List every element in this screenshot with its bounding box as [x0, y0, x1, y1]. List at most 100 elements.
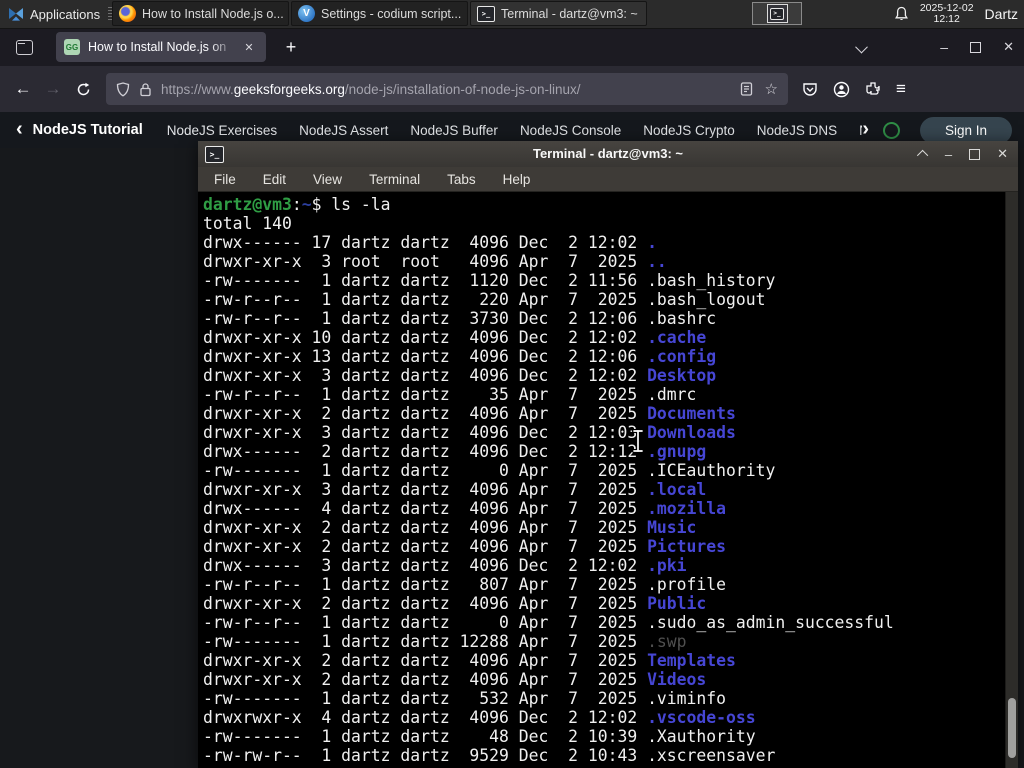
maximize-button[interactable] [969, 148, 981, 160]
clock[interactable]: 2025-12-02 12:12 [920, 3, 974, 25]
close-button[interactable]: ✕ [997, 146, 1008, 162]
terminal-icon: >_ [770, 7, 784, 20]
terminal-line: drwxr-xr-x 3 root root 4096 Apr 7 2025 .… [203, 252, 667, 271]
url-text[interactable]: https://www.geeksforgeeks.org/node-js/in… [161, 82, 731, 97]
minimize-button[interactable]: – [945, 147, 952, 162]
terminal-line: -rw-rw-r-- 1 dartz dartz 9529 Dec 2 10:4… [203, 746, 776, 765]
terminal-line: drwxr-xr-x 3 dartz dartz 4096 Dec 2 12:0… [203, 366, 717, 385]
nav-scroll-left-chevron-icon[interactable]: ‹ [16, 118, 23, 141]
terminal-title: Terminal - dartz@vm3: ~ [532, 146, 684, 161]
menu-hamburger-icon[interactable]: ≡ [896, 79, 906, 99]
applications-label: Applications [30, 6, 101, 22]
url-bar[interactable]: https://www.geeksforgeeks.org/node-js/in… [106, 73, 788, 105]
terminal-line: -rw-r--r-- 1 dartz dartz 220 Apr 7 2025 … [203, 290, 766, 309]
terminal-icon: >_ [477, 5, 495, 22]
taskbar-button-codium[interactable]: V Settings - codium script... [291, 1, 468, 26]
firefox-view-icon [15, 39, 33, 55]
terminal-line: -rw------- 1 dartz dartz 1120 Dec 2 11:5… [203, 271, 776, 290]
terminal-line: -rw------- 1 dartz dartz 12288 Apr 7 202… [203, 632, 687, 651]
terminal-line: drwxr-xr-x 13 dartz dartz 4096 Dec 2 12:… [203, 347, 717, 366]
desktop: Applications How to Install Node.js o...… [0, 0, 1024, 768]
pocket-icon[interactable] [802, 82, 818, 97]
terminal-line: drwx------ 2 dartz dartz 4096 Dec 2 12:1… [203, 442, 707, 461]
shield-icon[interactable] [116, 81, 130, 97]
notification-bell-icon[interactable] [894, 6, 909, 22]
scrollbar-thumb[interactable] [1008, 698, 1016, 758]
extensions-puzzle-icon[interactable] [865, 81, 881, 97]
taskbar-window-buttons: How to Install Node.js o... V Settings -… [112, 1, 647, 26]
terminal-line: -rw------- 1 dartz dartz 48 Dec 2 10:39 … [203, 727, 756, 746]
account-icon[interactable] [833, 81, 850, 98]
reader-mode-icon[interactable] [740, 82, 753, 96]
terminal-line: drwxr-xr-x 10 dartz dartz 4096 Dec 2 12:… [203, 328, 707, 347]
site-nav-link[interactable]: NodeJS Assert [299, 123, 388, 138]
taskbar-button-terminal[interactable]: >_ Terminal - dartz@vm3: ~ [470, 1, 647, 26]
site-nav-link[interactable]: NodeJS Crypto [643, 123, 735, 138]
maximize-button[interactable] [970, 41, 982, 53]
terminal-output[interactable]: dartz@vm3:~$ ls -la total 140 drwx------ 1… [198, 192, 1018, 768]
minimize-button[interactable]: – [940, 39, 948, 55]
tab-title-fade [210, 32, 240, 62]
bookmark-star-icon[interactable]: ☆ [765, 80, 778, 98]
taskbar-button-terminal-label: Terminal - dartz@vm3: ~ [501, 6, 638, 21]
terminal-menu-help[interactable]: Help [503, 172, 531, 187]
lock-icon[interactable] [139, 82, 152, 97]
codium-icon: V [298, 5, 315, 22]
site-nav-current[interactable]: NodeJS Tutorial [33, 122, 143, 138]
terminal-line: drwxr-xr-x 2 dartz dartz 4096 Apr 7 2025… [203, 404, 736, 423]
terminal-menu-view[interactable]: View [313, 172, 342, 187]
terminal-menu-edit[interactable]: Edit [263, 172, 286, 187]
applications-menu-button[interactable]: Applications [2, 0, 119, 28]
terminal-line: drwx------ 17 dartz dartz 4096 Dec 2 12:… [203, 233, 657, 252]
terminal-line: -rw-r--r-- 1 dartz dartz 35 Apr 7 2025 .… [203, 385, 697, 404]
terminal-titlebar[interactable]: >_ Terminal - dartz@vm3: ~ – ✕ [198, 141, 1018, 167]
terminal-line: -rw-r--r-- 1 dartz dartz 807 Apr 7 2025 … [203, 575, 727, 594]
terminal-line: drwx------ 4 dartz dartz 4096 Apr 7 2025… [203, 499, 727, 518]
terminal-menu-file[interactable]: File [214, 172, 236, 187]
browser-tab[interactable]: GG How to Install Node.js on ✕ [56, 32, 266, 62]
workspace-window-thumbnail: >_ [766, 4, 788, 23]
tab-close-icon[interactable]: ✕ [240, 38, 258, 56]
terminal-menubar: File Edit View Terminal Tabs Help [198, 167, 1018, 192]
terminal-line: -rw------- 1 dartz dartz 0 Apr 7 2025 .I… [203, 461, 776, 480]
site-nav-link[interactable]: NodeJS Console [520, 123, 621, 138]
mouse-cursor-ibeam [630, 428, 646, 454]
terminal-line: -rw-r--r-- 1 dartz dartz 0 Apr 7 2025 .s… [203, 613, 894, 632]
terminal-line: drwxr-xr-x 3 dartz dartz 4096 Dec 2 12:0… [203, 423, 736, 442]
site-nav-link[interactable]: NodeJS Buffer [410, 123, 498, 138]
workspace-switcher[interactable]: >_ [752, 2, 802, 25]
reload-button[interactable] [68, 74, 98, 104]
user-menu[interactable]: Dartz [985, 6, 1018, 22]
terminal-scrollbar[interactable] [1005, 192, 1018, 768]
new-tab-button[interactable]: + [278, 34, 304, 60]
site-nav-link[interactable]: NodeJS Exercises [167, 123, 277, 138]
close-button[interactable]: ✕ [1003, 39, 1014, 55]
back-button[interactable]: ← [8, 74, 38, 104]
terminal-line: -rw------- 1 dartz dartz 532 Apr 7 2025 … [203, 689, 727, 708]
site-nav-link[interactable]: NodeJS DNS [757, 123, 837, 138]
taskbar-button-codium-label: Settings - codium script... [321, 6, 462, 21]
firefox-icon [119, 5, 136, 22]
terminal-line: drwxr-xr-x 2 dartz dartz 4096 Apr 7 2025… [203, 651, 736, 670]
chevron-down-icon [854, 40, 868, 53]
search-icon[interactable] [883, 121, 900, 139]
terminal-line: -rw-r--r-- 1 dartz dartz 3730 Dec 2 12:0… [203, 309, 717, 328]
terminal-line: dartz@vm3:~$ ls -la [203, 195, 391, 214]
tab-title: How to Install Node.js on [88, 40, 226, 54]
list-all-tabs-button[interactable] [850, 37, 872, 59]
navigation-toolbar: ← → https://www.geeksforgeeks.org/node-j… [0, 66, 1024, 112]
terminal-menu-tabs[interactable]: Tabs [447, 172, 476, 187]
toolbar-right-icons: ≡ [802, 79, 906, 99]
taskbar-button-firefox-label: How to Install Node.js o... [142, 6, 284, 21]
terminal-menu-terminal[interactable]: Terminal [369, 172, 420, 187]
terminal-line: drwxr-xr-x 2 dartz dartz 4096 Apr 7 2025… [203, 594, 707, 613]
sign-in-button[interactable]: Sign In [920, 116, 1012, 144]
nav-scroll-right-chevron-icon[interactable]: › [862, 118, 869, 141]
forward-button[interactable]: → [38, 74, 68, 104]
top-panel: Applications How to Install Node.js o...… [0, 0, 1024, 29]
firefox-view-button[interactable] [10, 33, 38, 61]
taskbar-button-firefox[interactable]: How to Install Node.js o... [112, 1, 289, 26]
terminal-line: drwxr-xr-x 3 dartz dartz 4096 Apr 7 2025… [203, 480, 707, 499]
site-nav-links: NodeJS Exercises NodeJS Assert NodeJS Buff… [167, 123, 863, 138]
terminal-line: drwxrwxr-x 4 dartz dartz 4096 Dec 2 12:0… [203, 708, 756, 727]
